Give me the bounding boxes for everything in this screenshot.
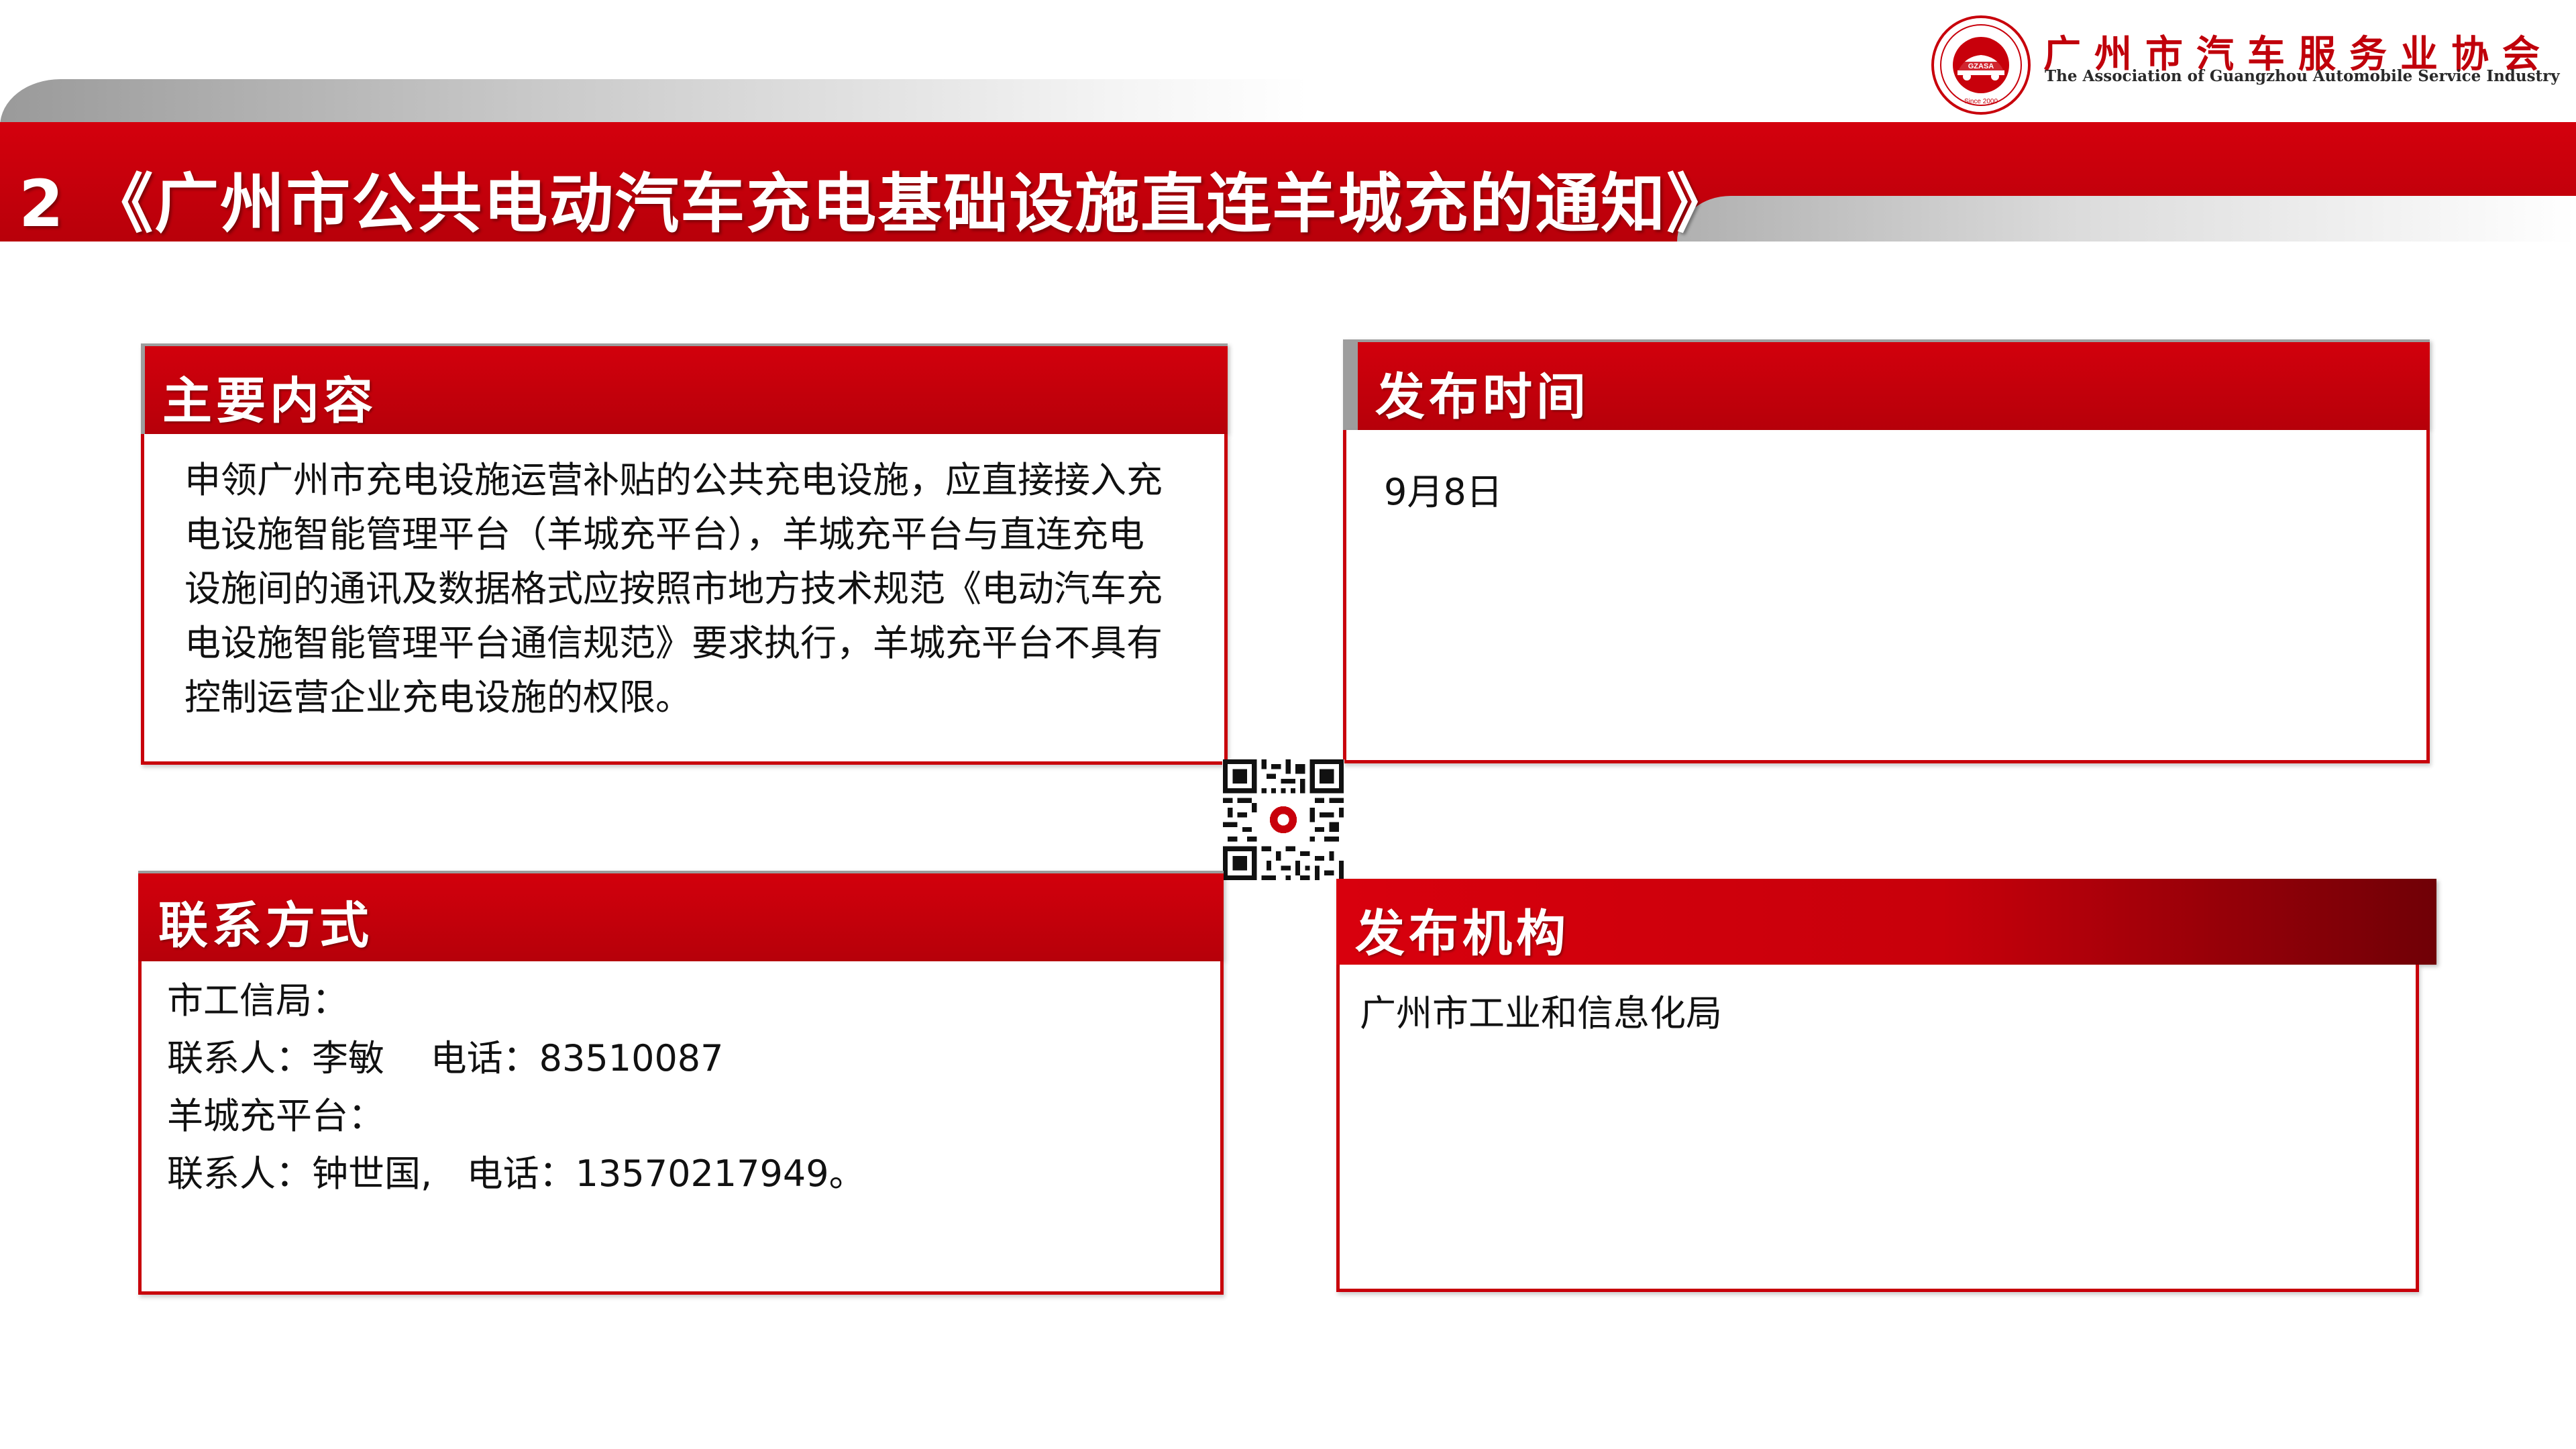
content-line: 控制运营企业充电设施的权限。 bbox=[184, 676, 692, 718]
time-panel-body: 9月8日 bbox=[1343, 430, 2430, 763]
svg-text:Since 2000: Since 2000 bbox=[1964, 98, 1998, 105]
org-panel-header: 发布机构 bbox=[1336, 879, 2436, 965]
top-gray-swoosh bbox=[0, 79, 1308, 127]
content-line: 电设施智能管理平台通信规范》要求执行，羊城充平台不具有 bbox=[184, 622, 1163, 664]
content-panel-title: 主要内容 bbox=[162, 372, 377, 430]
content-line: 申领广州市充电设施运营补贴的公共充电设施，应直接接入充 bbox=[184, 459, 1163, 501]
org-name-en: The Association of Guangzhou Automobile … bbox=[2045, 67, 2560, 85]
svg-text:GZASA: GZASA bbox=[1968, 62, 1994, 70]
time-panel-header: 发布时间 bbox=[1343, 339, 2430, 430]
contact-panel-header: 联系方式 bbox=[138, 871, 1224, 961]
org-panel: 发布机构 广州市工业和信息化局 bbox=[1336, 879, 2436, 1292]
org-panel-title: 发布机构 bbox=[1355, 905, 1570, 963]
content-panel-body: 申领广州市充电设施运营补贴的公共充电设施，应直接接入充 电设施智能管理平台（羊城… bbox=[141, 434, 1228, 765]
content-line: 设施间的通讯及数据格式应按照市地方技术规范《电动汽车充 bbox=[184, 568, 1163, 610]
contact-panel-title: 联系方式 bbox=[158, 897, 373, 955]
contact-list: 市工信局： 联系人：李敏 电话：83510087 羊城充平台： 联系人：钟世国,… bbox=[167, 972, 1207, 1203]
publish-date: 9月8日 bbox=[1384, 471, 1503, 513]
contact-line: 联系人：李敏 电话：83510087 bbox=[167, 1037, 724, 1079]
content-panel-header: 主要内容 bbox=[141, 343, 1228, 434]
time-panel: 发布时间 9月8日 bbox=[1343, 339, 2430, 763]
slide-title: 2 《广州市公共电动汽车充电基础设施直连羊城充的通知》 bbox=[19, 166, 1733, 241]
contact-line: 羊城充平台： bbox=[167, 1095, 384, 1137]
title-bar-fade bbox=[1677, 196, 2576, 241]
content-panel: 主要内容 申领广州市充电设施运营补贴的公共充电设施，应直接接入充 电设施智能管理… bbox=[141, 343, 1228, 765]
org-panel-body: 广州市工业和信息化局 bbox=[1336, 965, 2419, 1292]
contact-line: 市工信局： bbox=[167, 979, 348, 1022]
contact-panel: 联系方式 市工信局： 联系人：李敏 电话：83510087 羊城充平台： 联系人… bbox=[138, 871, 1224, 1295]
time-panel-title: 发布时间 bbox=[1375, 368, 1590, 426]
publishing-org: 广州市工业和信息化局 bbox=[1360, 992, 1722, 1034]
content-text: 申领广州市充电设施运营补贴的公共充电设施，应直接接入充 电设施智能管理平台（羊城… bbox=[184, 453, 1203, 724]
contact-panel-body: 市工信局： 联系人：李敏 电话：83510087 羊城充平台： 联系人：钟世国,… bbox=[138, 961, 1224, 1295]
qr-code-icon bbox=[1222, 759, 1344, 880]
contact-line: 联系人：钟世国, 电话：13570217949。 bbox=[167, 1152, 865, 1195]
content-line: 电设施智能管理平台（羊城充平台），羊城充平台与直连充电 bbox=[184, 513, 1144, 555]
gzasa-seal-icon: GZASA Since 2000 bbox=[1931, 15, 2031, 115]
